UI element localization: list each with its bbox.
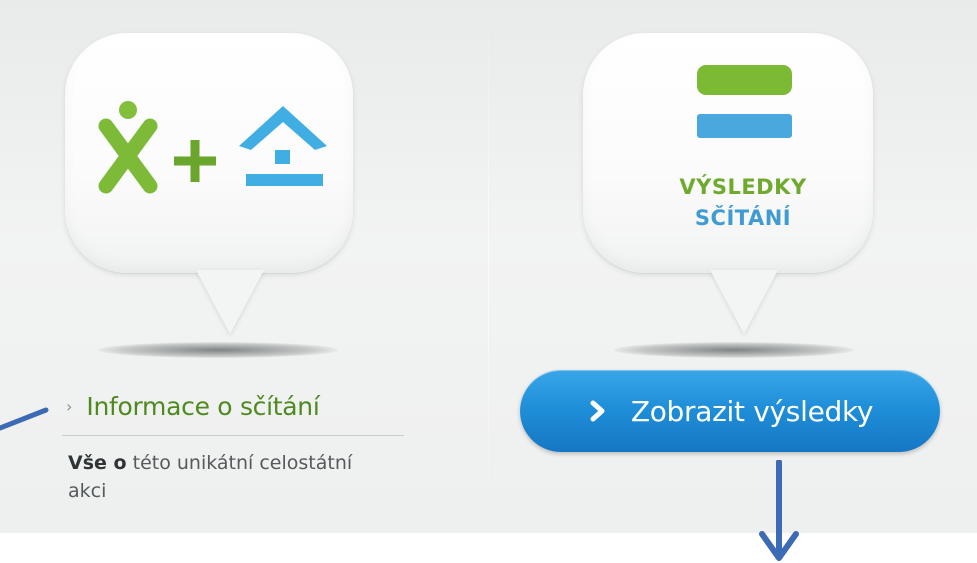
person-x-icon bbox=[98, 118, 158, 194]
results-bubble-shadow bbox=[614, 342, 854, 358]
info-bubble-tail bbox=[196, 270, 264, 334]
info-description-bold: Vše o bbox=[68, 452, 127, 474]
info-link[interactable]: › Informace o sčítání bbox=[66, 392, 320, 421]
show-results-button[interactable]: Zobrazit výsledky bbox=[520, 370, 940, 452]
info-bubble-shadow bbox=[98, 342, 338, 358]
arrow-right-icon bbox=[590, 400, 605, 422]
person-head-icon bbox=[119, 101, 137, 119]
show-results-label: Zobrazit výsledky bbox=[630, 394, 874, 428]
pointer-arrow-down-icon bbox=[759, 460, 799, 561]
info-link-label: Informace o sčítání bbox=[86, 392, 320, 421]
results-title-line2: SČÍTÁNÍ bbox=[694, 206, 792, 230]
info-divider bbox=[62, 435, 404, 436]
chevron-right-icon: › bbox=[66, 397, 73, 416]
plus-icon bbox=[174, 140, 216, 182]
blue-stripe-icon bbox=[697, 114, 792, 138]
people-plus-house-logo bbox=[98, 101, 327, 194]
house-icon bbox=[239, 106, 327, 186]
column-divider bbox=[488, 0, 489, 533]
results-bubble-tail bbox=[710, 270, 778, 334]
pointer-arrow-left-icon bbox=[0, 407, 49, 431]
green-stripe-icon bbox=[697, 65, 792, 95]
info-description: Vše o této unikátní celostátní akci bbox=[68, 449, 368, 505]
results-title-line1: VÝSLEDKY bbox=[679, 175, 807, 199]
